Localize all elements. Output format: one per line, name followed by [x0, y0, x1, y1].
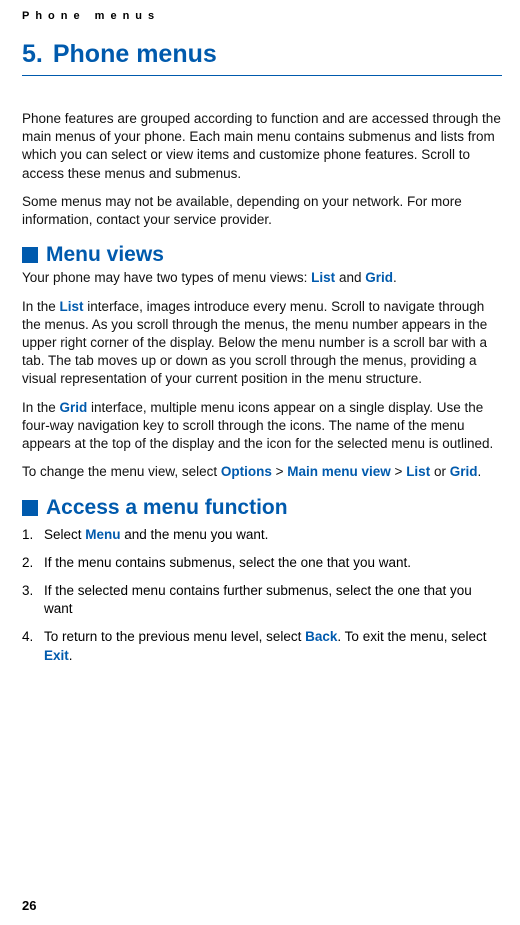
- intro-paragraph-2: Some menus may not be available, dependi…: [22, 193, 502, 229]
- text-fragment: In the: [22, 400, 60, 415]
- options-keyword: Options: [221, 464, 272, 479]
- step-text: If the selected menu contains further su…: [44, 582, 502, 618]
- text-fragment: and the menu you want.: [121, 527, 269, 542]
- access-menu-steps: 1. Select Menu and the menu you want. 2.…: [22, 526, 502, 665]
- text-fragment: >: [272, 464, 287, 479]
- text-fragment: .: [69, 648, 73, 663]
- step-text: To return to the previous menu level, se…: [44, 628, 502, 664]
- text-fragment: . To exit the menu, select: [337, 629, 486, 644]
- menu-keyword: Menu: [85, 527, 120, 542]
- main-menu-view-keyword: Main menu view: [287, 464, 391, 479]
- text-fragment: and: [335, 270, 365, 285]
- back-keyword: Back: [305, 629, 337, 644]
- section-access-menu-heading: Access a menu function: [22, 496, 502, 520]
- text-fragment: To change the menu view, select: [22, 464, 221, 479]
- text-fragment: .: [393, 270, 397, 285]
- running-header: Phone menus: [22, 10, 502, 22]
- text-fragment: interface, images introduce every menu. …: [22, 299, 487, 387]
- list-keyword: List: [60, 299, 84, 314]
- text-fragment: .: [477, 464, 481, 479]
- section-bullet-icon: [22, 500, 38, 516]
- step-text: If the menu contains submenus, select th…: [44, 554, 502, 572]
- section-menu-views-heading: Menu views: [22, 243, 502, 267]
- chapter-title: 5. Phone menus: [22, 40, 502, 76]
- menu-views-p2: In the List interface, images introduce …: [22, 298, 502, 389]
- step-number: 3.: [22, 582, 44, 618]
- menu-views-p4: To change the menu view, select Options …: [22, 463, 502, 481]
- menu-views-p3: In the Grid interface, multiple menu ico…: [22, 399, 502, 454]
- menu-views-p1: Your phone may have two types of menu vi…: [22, 269, 502, 287]
- list-keyword: List: [311, 270, 335, 285]
- step-number: 2.: [22, 554, 44, 572]
- text-fragment: >: [391, 464, 406, 479]
- grid-keyword: Grid: [60, 400, 88, 415]
- intro-paragraph-1: Phone features are grouped according to …: [22, 110, 502, 183]
- section-access-menu-title: Access a menu function: [46, 496, 288, 520]
- grid-keyword: Grid: [450, 464, 478, 479]
- chapter-title-text: Phone menus: [53, 40, 217, 68]
- text-fragment: In the: [22, 299, 60, 314]
- text-fragment: Your phone may have two types of menu vi…: [22, 270, 311, 285]
- chapter-number: 5.: [22, 40, 43, 68]
- section-menu-views-title: Menu views: [46, 243, 164, 267]
- list-keyword: List: [406, 464, 430, 479]
- grid-keyword: Grid: [365, 270, 393, 285]
- list-item: 3. If the selected menu contains further…: [22, 582, 502, 618]
- exit-keyword: Exit: [44, 648, 69, 663]
- section-bullet-icon: [22, 247, 38, 263]
- step-number: 4.: [22, 628, 44, 664]
- step-text: Select Menu and the menu you want.: [44, 526, 502, 544]
- text-fragment: To return to the previous menu level, se…: [44, 629, 305, 644]
- list-item: 2. If the menu contains submenus, select…: [22, 554, 502, 572]
- text-fragment: or: [430, 464, 450, 479]
- page-number: 26: [22, 898, 36, 913]
- list-item: 1. Select Menu and the menu you want.: [22, 526, 502, 544]
- list-item: 4. To return to the previous menu level,…: [22, 628, 502, 664]
- step-number: 1.: [22, 526, 44, 544]
- text-fragment: Select: [44, 527, 85, 542]
- text-fragment: interface, multiple menu icons appear on…: [22, 400, 493, 451]
